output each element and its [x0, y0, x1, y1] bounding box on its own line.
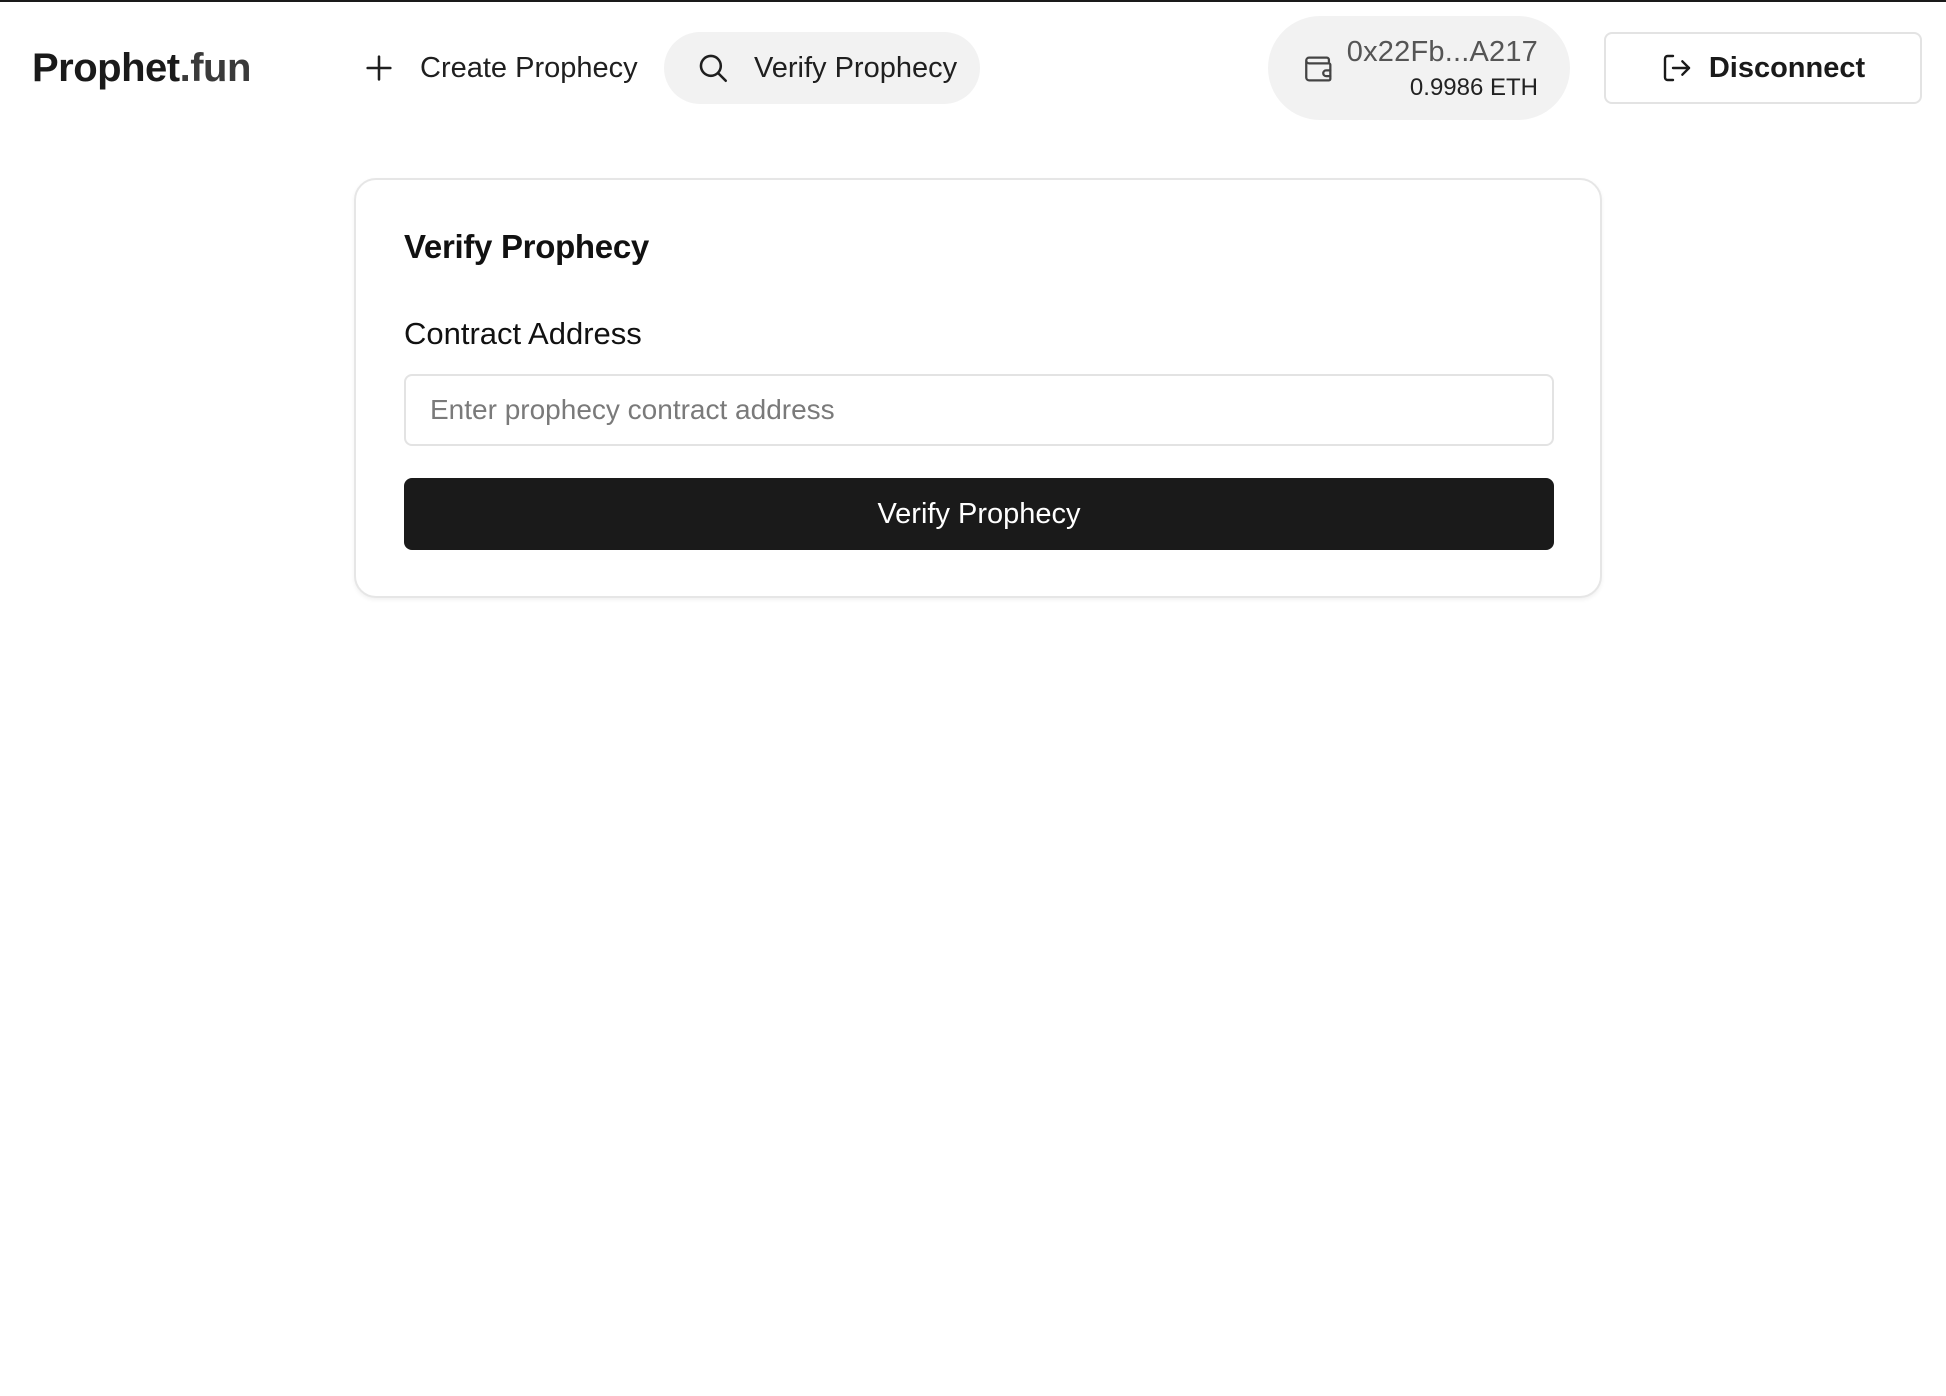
- disconnect-button[interactable]: Disconnect: [1604, 32, 1922, 104]
- contract-address-label: Contract Address: [404, 316, 642, 351]
- verify-prophecy-card: Verify Prophecy Contract Address Verify …: [354, 178, 1602, 598]
- wallet-info[interactable]: 0x22Fb...A217 0.9986 ETH: [1268, 16, 1570, 120]
- wallet-address: 0x22Fb...A217: [1346, 36, 1538, 68]
- search-icon: [696, 51, 730, 85]
- card-title: Verify Prophecy: [404, 228, 649, 265]
- plus-icon: [362, 51, 396, 85]
- brand-suffix: .fun: [179, 46, 252, 90]
- brand-name: Prophet: [32, 46, 180, 90]
- verify-prophecy-label: Verify Prophecy: [754, 51, 958, 84]
- verify-prophecy-button[interactable]: Verify Prophecy: [404, 478, 1554, 550]
- logout-icon: [1661, 52, 1693, 84]
- disconnect-label: Disconnect: [1708, 51, 1866, 84]
- wallet-icon: [1302, 52, 1336, 86]
- contract-address-input[interactable]: [404, 374, 1554, 446]
- verify-prophecy-link[interactable]: Verify Prophecy: [664, 32, 980, 104]
- create-prophecy-label: Create Prophecy: [420, 51, 638, 84]
- brand-logo[interactable]: Prophet.fun: [32, 46, 251, 91]
- navbar: Prophet.fun Create Prophecy Verify Proph…: [0, 2, 1946, 132]
- create-prophecy-link[interactable]: Create Prophecy: [350, 32, 650, 104]
- wallet-balance: 0.9986 ETH: [1409, 74, 1538, 101]
